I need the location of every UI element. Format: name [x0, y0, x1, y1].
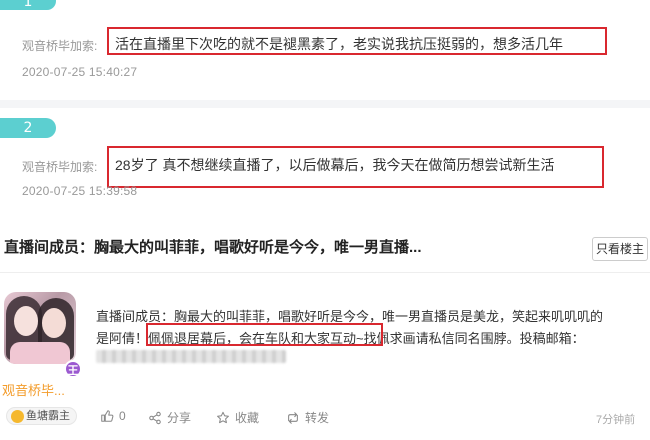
like-button[interactable]: 0 — [100, 409, 126, 423]
highlight-box — [146, 323, 383, 346]
crown-icon: 王 — [64, 360, 82, 378]
comment-card-1: 1 观音桥毕加索: 活在直播里下次吃的就不是褪黑素了，老实说我抗压挺弱的，想多活… — [0, 0, 650, 100]
favorite-button[interactable]: 收藏 — [216, 409, 259, 426]
repost-button[interactable]: 转发 — [286, 409, 329, 426]
repost-icon — [288, 411, 298, 424]
divider — [0, 100, 650, 108]
like-count: 0 — [119, 409, 126, 423]
comment-index-badge: 1 — [0, 0, 56, 10]
comment-time: 2020-07-25 15:40:27 — [22, 65, 138, 79]
share-button[interactable]: 分享 — [148, 409, 191, 426]
post-body-text: 是阿倩！ — [96, 331, 149, 346]
fish-icon — [11, 409, 24, 423]
redacted-email — [96, 350, 286, 363]
highlight-box — [107, 27, 607, 55]
repost-label: 转发 — [305, 411, 330, 425]
comment-time: 2020-07-25 15:39:58 — [22, 184, 138, 198]
avatar[interactable] — [4, 292, 76, 364]
highlight-box — [107, 146, 604, 188]
avatar-art — [10, 342, 70, 364]
comment-author[interactable]: 观音桥毕加索: — [22, 37, 97, 54]
level-badge: 鱼塘霸主 — [6, 407, 77, 425]
post-body-text: ~找佩求画请私信同名围脖。投稿邮箱： — [356, 331, 585, 346]
post-title[interactable]: 直播间成员：胸最大的叫菲菲，唱歌好听是今今，唯一男直播... — [4, 236, 422, 257]
level-badge-label: 鱼塘霸主 — [26, 410, 70, 422]
post-time-ago: 7分钟前 — [596, 414, 636, 426]
comment-index-badge: 2 — [0, 118, 56, 138]
divider — [0, 272, 650, 273]
only-author-button[interactable]: 只看楼主 — [592, 237, 648, 261]
favorite-label: 收藏 — [235, 411, 260, 425]
share-label: 分享 — [167, 411, 192, 425]
avatar-art — [14, 306, 38, 336]
thumb-up-icon — [101, 410, 114, 422]
avatar-art — [42, 308, 66, 338]
share-icon — [149, 411, 161, 424]
author-nickname[interactable]: 观音桥毕... — [2, 380, 65, 399]
comment-card-2: 2 观音桥毕加索: 28岁了 真不想继续直播了，以后做幕后，我今天在做简历想尝试… — [0, 108, 650, 216]
star-icon — [217, 411, 229, 423]
comment-author[interactable]: 观音桥毕加索: — [22, 158, 97, 175]
